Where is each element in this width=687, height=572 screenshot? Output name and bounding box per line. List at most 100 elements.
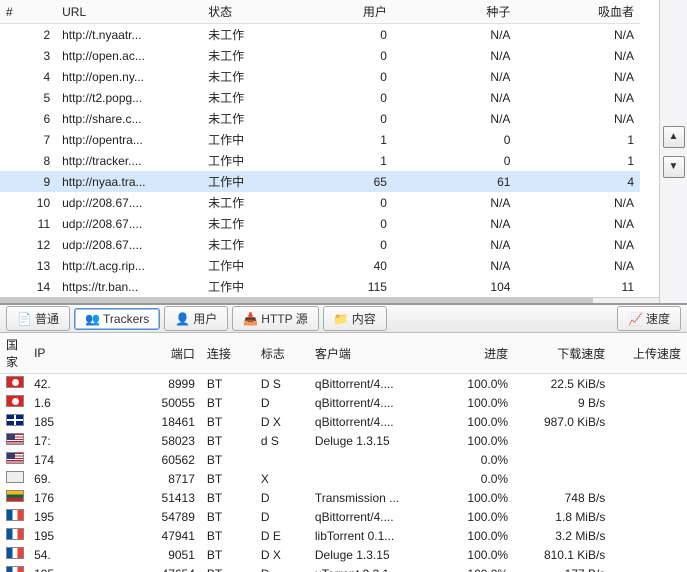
tracker-cell-idx: 3 (0, 45, 56, 66)
tracker-row[interactable]: 7http://opentra...工作中101 (0, 129, 640, 150)
peer-flag-cell (0, 526, 28, 545)
tracker-row[interactable]: 4http://open.ny...未工作0N/AN/A (0, 66, 640, 87)
peer-cell-conn: BT (201, 393, 255, 412)
col-header-country[interactable]: 国家 (0, 333, 28, 374)
tracker-cell-idx: 5 (0, 87, 56, 108)
col-header-leechers[interactable]: 吸血者 (516, 0, 640, 24)
peer-cell-ul (611, 564, 687, 572)
peer-row[interactable]: 19547941BTD ElibTorrent 0.1...100.0%3.2 … (0, 526, 687, 545)
col-header-client[interactable]: 客户端 (309, 333, 439, 374)
peer-row[interactable]: 69.8717BTX0.0% (0, 469, 687, 488)
tab-http[interactable]: 📥 HTTP 源 (232, 306, 318, 331)
folder-icon: 📁 (334, 312, 348, 326)
peer-cell-flags: D (255, 507, 309, 526)
tracker-cell-users: 0 (269, 213, 393, 234)
col-header-ulspeed[interactable]: 上传速度 (611, 333, 687, 374)
peer-cell-port: 60562 (136, 450, 201, 469)
move-down-button[interactable]: ▼ (663, 156, 685, 178)
col-header-status[interactable]: 状态 (202, 0, 269, 24)
tracker-cell-idx: 13 (0, 255, 56, 276)
tracker-cell-idx: 7 (0, 129, 56, 150)
peer-cell-ip: 195 (28, 507, 136, 526)
tab-users[interactable]: 👤 用户 (164, 306, 228, 331)
tab-speed[interactable]: 📈 速度 (617, 306, 681, 331)
col-header-connection[interactable]: 连接 (201, 333, 255, 374)
peer-cell-flags: D X (255, 545, 309, 564)
tracker-row[interactable]: 11udp://208.67....未工作0N/AN/A (0, 213, 640, 234)
tab-http-label: HTTP 源 (261, 310, 307, 327)
peer-cell-port: 47654 (136, 564, 201, 572)
peer-row[interactable]: 17460562BT0.0% (0, 450, 687, 469)
tracker-cell-leech: N/A (516, 192, 640, 213)
trackers-table: # URL 状态 用户 种子 吸血者 2http://t.nyaatr...未工… (0, 0, 640, 297)
peer-cell-ip: 42. (28, 374, 136, 394)
peer-row[interactable]: 19554789BTDqBittorrent/4....100.0%1.8 Mi… (0, 507, 687, 526)
peer-cell-ul (611, 412, 687, 431)
tracker-cell-url: http://open.ac... (56, 45, 202, 66)
col-header-users[interactable]: 用户 (269, 0, 393, 24)
tracker-cell-idx: 11 (0, 213, 56, 234)
tracker-row[interactable]: 12udp://208.67....未工作0N/AN/A (0, 234, 640, 255)
peer-flag-cell (0, 545, 28, 564)
tracker-cell-idx: 8 (0, 150, 56, 171)
col-header-url[interactable]: URL (56, 0, 202, 24)
tracker-cell-leech: N/A (516, 234, 640, 255)
col-header-seeds[interactable]: 种子 (393, 0, 517, 24)
tab-content[interactable]: 📁 内容 (323, 306, 387, 331)
flag-icon (6, 471, 24, 483)
peer-cell-ul (611, 526, 687, 545)
tracker-cell-seeds: N/A (393, 108, 517, 129)
peer-cell-conn: BT (201, 431, 255, 450)
flag-icon (6, 528, 24, 540)
move-up-button[interactable]: ▲ (663, 126, 685, 148)
col-header-dlspeed[interactable]: 下载速度 (514, 333, 611, 374)
peer-row[interactable]: 1.650055BTDqBittorrent/4....100.0%9 B/s (0, 393, 687, 412)
col-header-flags[interactable]: 标志 (255, 333, 309, 374)
tracker-row[interactable]: 3http://open.ac...未工作0N/AN/A (0, 45, 640, 66)
tracker-cell-status: 工作中 (202, 129, 269, 150)
peer-row[interactable]: 17651413BTDTransmission ...100.0%748 B/s (0, 488, 687, 507)
peer-cell-flags (255, 450, 309, 469)
trackers-scroll[interactable]: # URL 状态 用户 种子 吸血者 2http://t.nyaatr...未工… (0, 0, 659, 303)
tracker-cell-status: 工作中 (202, 150, 269, 171)
peer-cell-port: 54789 (136, 507, 201, 526)
peer-cell-port: 50055 (136, 393, 201, 412)
peer-cell-conn: BT (201, 564, 255, 572)
peer-row[interactable]: 17:58023BTd SDeluge 1.3.15100.0% (0, 431, 687, 450)
tracker-cell-users: 0 (269, 192, 393, 213)
col-header-index[interactable]: # (0, 0, 56, 24)
tracker-cell-status: 工作中 (202, 276, 269, 297)
tracker-row[interactable]: 10udp://208.67....未工作0N/AN/A (0, 192, 640, 213)
peers-pane[interactable]: 国家 IP 端口 连接 标志 客户端 进度 下载速度 上传速度 42.8999B… (0, 333, 687, 572)
tracker-row[interactable]: 13http://t.acg.rip...工作中40N/AN/A (0, 255, 640, 276)
trackers-hscrollbar[interactable] (0, 297, 659, 303)
peer-row[interactable]: 42.8999BTD SqBittorrent/4....100.0%22.5 … (0, 374, 687, 394)
tracker-cell-users: 65 (269, 171, 393, 192)
tracker-row[interactable]: 9http://nyaa.tra...工作中65614 (0, 171, 640, 192)
tracker-cell-seeds: N/A (393, 45, 517, 66)
peer-cell-conn: BT (201, 488, 255, 507)
group-icon: 👥 (85, 312, 99, 326)
tracker-row[interactable]: 2http://t.nyaatr...未工作0N/AN/A (0, 24, 640, 46)
peer-row[interactable]: 19547654BTDμTorrent 2.2.1100.0%177 B/s (0, 564, 687, 572)
col-header-port[interactable]: 端口 (136, 333, 201, 374)
flag-icon (6, 490, 24, 502)
tab-trackers[interactable]: 👥 Trackers (74, 308, 160, 330)
col-header-ip[interactable]: IP (28, 333, 136, 374)
flag-icon (6, 452, 24, 464)
tracker-cell-idx: 9 (0, 171, 56, 192)
peer-row[interactable]: 18518461BTD XqBittorrent/4....100.0%987.… (0, 412, 687, 431)
tab-general[interactable]: 📄 普通 (6, 306, 70, 331)
tracker-cell-status: 工作中 (202, 255, 269, 276)
tracker-cell-leech: N/A (516, 66, 640, 87)
peer-row[interactable]: 54.9051BTD XDeluge 1.3.15100.0%810.1 KiB… (0, 545, 687, 564)
tracker-cell-seeds: N/A (393, 192, 517, 213)
tracker-reorder-buttons: ▲ ▼ (659, 0, 687, 303)
col-header-progress[interactable]: 进度 (439, 333, 515, 374)
tracker-row[interactable]: 6http://share.c...未工作0N/AN/A (0, 108, 640, 129)
tracker-row[interactable]: 5http://t2.popg...未工作0N/AN/A (0, 87, 640, 108)
tracker-row[interactable]: 8http://tracker....工作中101 (0, 150, 640, 171)
tracker-row[interactable]: 14https://tr.ban...工作中11510411 (0, 276, 640, 297)
tracker-cell-seeds: N/A (393, 255, 517, 276)
peer-cell-client: qBittorrent/4.... (309, 507, 439, 526)
